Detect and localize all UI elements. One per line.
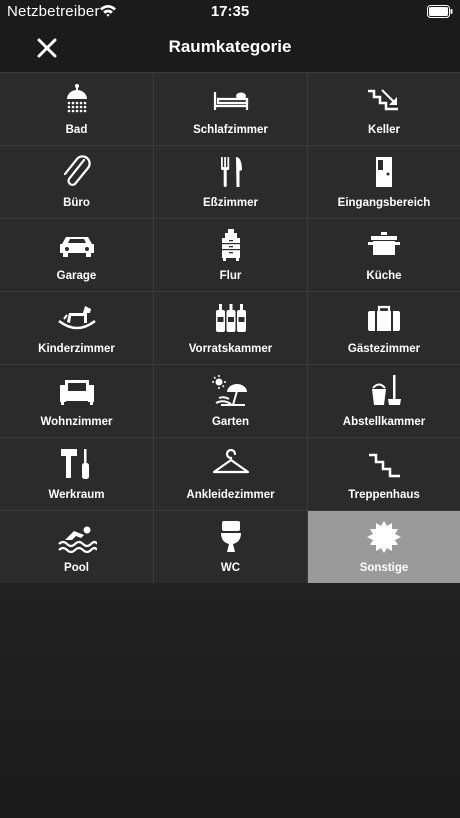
room-tile-6[interactable]: Garage [0,219,154,292]
room-tile-4[interactable]: Eßzimmer [154,146,308,219]
room-tile-18[interactable]: Pool [0,511,154,584]
car-icon [57,228,97,262]
room-tile-label: Garten [211,416,250,428]
hanger-icon [211,447,251,481]
room-tile-11[interactable]: Gästezimmer [308,292,460,365]
room-tile-label: WC [220,562,241,574]
room-tile-17[interactable]: Treppenhaus [308,438,460,511]
dresser-icon [211,228,251,262]
toilet-icon [211,520,251,554]
room-tile-5[interactable]: Eingangsbereich [308,146,460,219]
room-tile-label: Pool [64,562,89,574]
status-time: 17:35 [210,3,250,20]
page-title: Raumkategorie [168,37,292,56]
bottles-icon [211,301,251,335]
room-tile-label: Flur [219,270,242,282]
room-tile-label: Vorratskammer [188,343,273,355]
fork-knife-icon [211,155,251,189]
room-tile-10[interactable]: Vorratskammer [154,292,308,365]
paperclip-icon [57,155,97,189]
status-bar: Netzbetreiber 17:35 [0,0,460,24]
stairs-down-icon [364,82,404,116]
room-tile-3[interactable]: Büro [0,146,154,219]
room-tile-label: Eßzimmer [203,197,258,209]
rocking-horse-icon [57,301,97,335]
room-tile-label: Büro [63,197,90,209]
room-tile-label: Werkraum [48,489,105,501]
room-tile-label: Keller [368,124,400,136]
room-tile-label: Schlafzimmer [193,124,268,136]
room-tile-8[interactable]: Küche [308,219,460,292]
room-tile-label: Treppenhaus [348,489,420,501]
shower-icon [57,82,97,116]
battery-icon [427,5,453,18]
door-icon [364,155,404,189]
room-tile-label: Garage [56,270,97,282]
room-tile-label: Gästezimmer [347,343,421,355]
room-tile-label: Bad [65,124,88,136]
bucket-mop-icon [364,374,404,408]
navigation-bar: Raumkategorie [0,24,460,72]
sun-umbrella-icon [211,374,251,408]
room-tile-label: Kinderzimmer [38,343,115,355]
room-tile-0[interactable]: Bad [0,73,154,146]
room-tile-15[interactable]: Werkraum [0,438,154,511]
room-category-grid: Bad Schlafzimmer Keller Büro Eßzimmer Eingang… [0,72,460,584]
hammer-screwdriver-icon [57,447,97,481]
room-tile-14[interactable]: Abstellkammer [308,365,460,438]
room-tile-13[interactable]: Garten [154,365,308,438]
swimmer-icon [57,520,97,554]
room-tile-20[interactable]: Sonstige [308,511,460,584]
sofa-icon [57,374,97,408]
room-tile-1[interactable]: Schlafzimmer [154,73,308,146]
suitcase-icon [364,301,404,335]
empty-area [0,583,460,818]
room-tile-label: Wohnzimmer [40,416,113,428]
room-tile-label: Küche [366,270,402,282]
room-tile-2[interactable]: Keller [308,73,460,146]
room-tile-7[interactable]: Flur [154,219,308,292]
pot-icon [364,228,404,262]
room-tile-9[interactable]: Kinderzimmer [0,292,154,365]
stairs-icon [364,447,404,481]
room-tile-label: Eingangsbereich [337,197,431,209]
room-tile-label: Ankleidezimmer [186,489,275,501]
room-tile-16[interactable]: Ankleidezimmer [154,438,308,511]
room-tile-label: Abstellkammer [342,416,426,428]
starburst-icon [364,520,404,554]
room-tile-12[interactable]: Wohnzimmer [0,365,154,438]
room-tile-label: Sonstige [359,562,409,574]
bed-icon [211,82,251,116]
room-tile-19[interactable]: WC [154,511,308,584]
